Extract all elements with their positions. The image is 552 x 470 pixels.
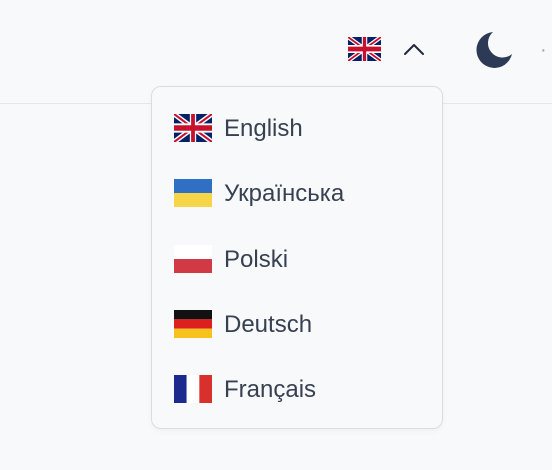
dots-icon: ·	[540, 39, 547, 61]
language-option-polish[interactable]: Polski	[152, 232, 442, 288]
language-option-label: Français	[224, 376, 317, 403]
uk-flag-icon	[348, 37, 381, 61]
chevron-up-icon	[404, 44, 424, 55]
theme-toggle-button[interactable]	[472, 28, 516, 72]
language-option-label: Polski	[224, 246, 289, 273]
language-dropdown-menu: English Українська Polski Deutsch França…	[151, 86, 443, 429]
ukraine-flag-icon	[174, 179, 212, 207]
language-option-label: Українська	[224, 180, 345, 207]
language-option-label: Deutsch	[224, 311, 313, 338]
language-option-english[interactable]: English	[152, 101, 442, 157]
poland-flag-icon	[174, 245, 212, 273]
moon-icon	[476, 32, 512, 68]
language-option-german[interactable]: Deutsch	[152, 297, 442, 353]
language-selector-button[interactable]	[340, 30, 436, 70]
germany-flag-icon	[174, 310, 212, 338]
language-option-label: English	[224, 115, 303, 142]
france-flag-icon	[174, 375, 212, 403]
language-option-french[interactable]: Français	[152, 362, 442, 418]
uk-flag-icon	[174, 114, 212, 142]
language-option-ukrainian[interactable]: Українська	[152, 166, 442, 222]
